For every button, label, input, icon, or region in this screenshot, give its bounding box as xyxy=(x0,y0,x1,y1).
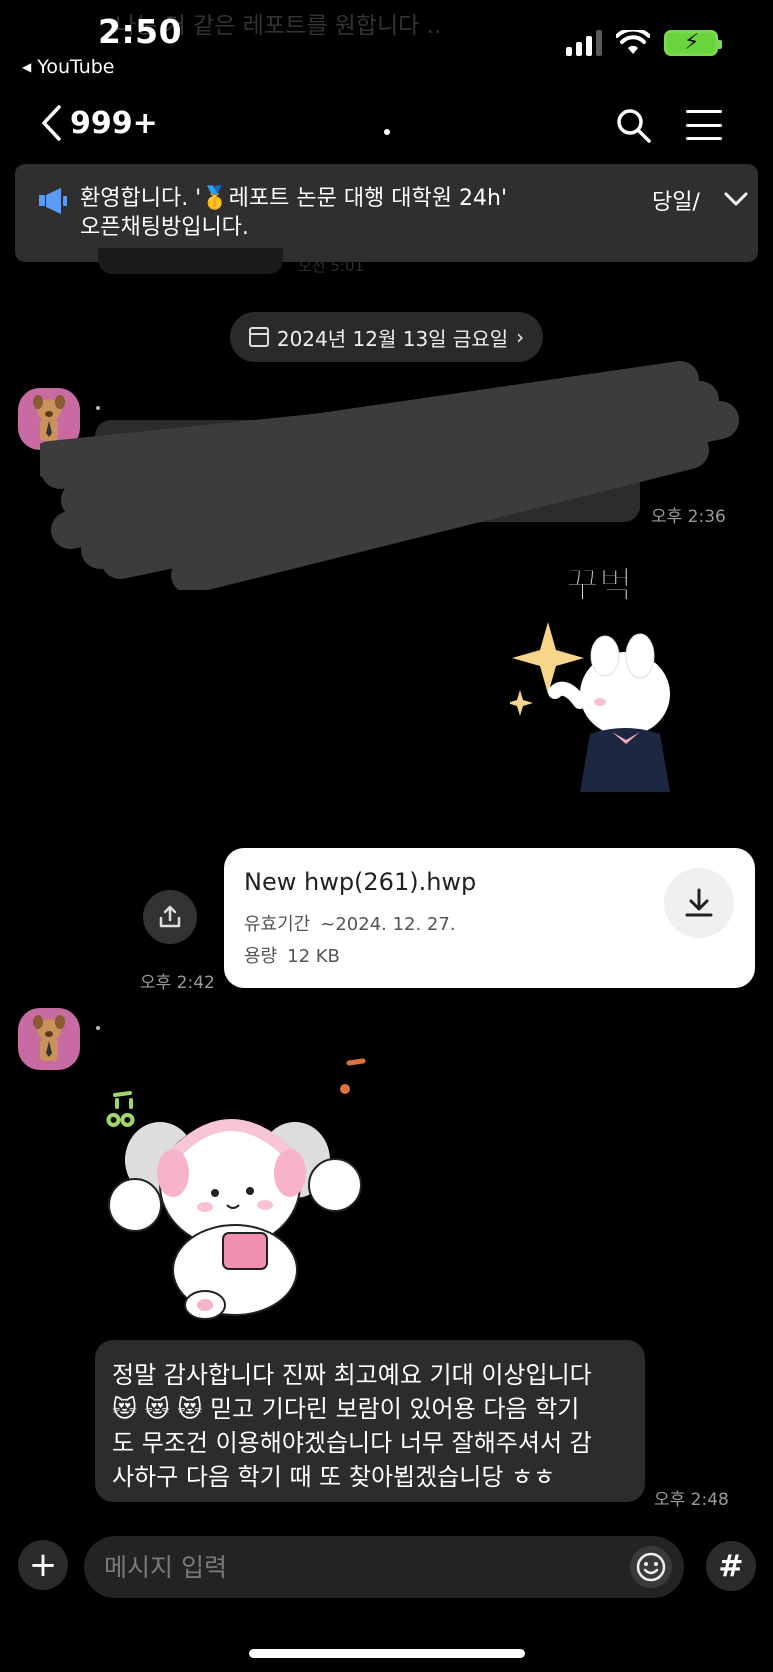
sticker-caption: 꾸벅 xyxy=(565,565,633,607)
wifi-icon xyxy=(616,30,650,54)
home-indicator[interactable] xyxy=(249,1649,525,1658)
message-bubble: 정말 감사합니다 진짜 최고예요 기대 이상입니다 😻 😻 😻 믿고 기다린 보… xyxy=(95,1340,645,1502)
battery-charging-icon: ⚡ xyxy=(664,30,722,56)
unread-count: 999+ xyxy=(70,105,158,141)
expiry-value: ~2024. 12. 27. xyxy=(320,914,456,935)
expiry-label: 유효기간 xyxy=(244,914,311,935)
message-time: 오후 2:48 xyxy=(654,1490,729,1510)
back-app-label: YouTube xyxy=(37,56,115,78)
file-name: New hwp(261).hwp xyxy=(244,868,477,896)
size-label: 용량 xyxy=(244,946,278,967)
bunny-illustration xyxy=(510,622,670,792)
chevron-left-icon xyxy=(42,105,61,141)
chevron-right-icon: › xyxy=(516,325,525,349)
file-attachment-card[interactable]: New hwp(261).hwp 유효기간 ~2024. 12. 27. 용량 12… xyxy=(224,848,755,988)
notice-text: 환영합니다. '🥇레포트 논문 대행 대학원 24h' 오픈채팅방입니다. xyxy=(80,186,507,240)
bowing-bunny-sticker[interactable]: 꾸벅 xyxy=(510,550,730,810)
menu-icon[interactable] xyxy=(686,110,722,140)
emoji-icon[interactable] xyxy=(630,1546,672,1588)
megaphone-icon xyxy=(39,188,67,214)
size-value: 12 KB xyxy=(287,946,340,967)
status-indicators: ⚡ xyxy=(566,30,722,56)
previous-message-edge xyxy=(98,248,283,274)
back-to-app-link[interactable]: ◀ YouTube xyxy=(22,56,115,78)
message-input[interactable] xyxy=(104,1548,584,1586)
chat-title-dot xyxy=(384,129,390,135)
date-divider[interactable]: 2024년 12월 13일 금요일 › xyxy=(230,312,543,362)
bunny-with-headphones-illustration xyxy=(106,1058,366,1320)
share-icon xyxy=(159,905,181,928)
share-button[interactable] xyxy=(143,890,197,944)
file-size: 용량 12 KB xyxy=(244,942,340,968)
chevron-down-icon[interactable] xyxy=(723,190,749,208)
hashtag-button[interactable]: # xyxy=(706,1541,756,1591)
status-time: 2:50 xyxy=(98,12,183,51)
notice-day-label: 당일/ xyxy=(652,190,700,215)
back-button[interactable]: 999+ xyxy=(40,104,158,142)
avatar[interactable] xyxy=(18,1008,80,1070)
previous-message-time: 오전 5:01 xyxy=(298,257,365,275)
cellular-signal-icon xyxy=(566,30,602,56)
download-icon xyxy=(685,888,713,917)
date-label: 2024년 12월 13일 금요일 xyxy=(276,326,509,351)
search-icon[interactable] xyxy=(614,106,652,144)
file-expiry: 유효기간 ~2024. 12. 27. xyxy=(244,910,456,936)
plus-icon: + xyxy=(28,1545,58,1585)
dog-avatar-icon xyxy=(33,1015,65,1061)
back-triangle-icon: ◀ xyxy=(22,60,32,74)
download-button[interactable] xyxy=(664,868,734,938)
message-input-container xyxy=(84,1536,684,1598)
sender-name-dot xyxy=(96,1026,100,1030)
calendar-icon xyxy=(248,327,269,347)
message-time: 오후 2:36 xyxy=(651,507,726,527)
headphone-bunny-sticker[interactable] xyxy=(105,1055,380,1325)
attach-plus-button[interactable]: + xyxy=(18,1540,68,1590)
file-message-time: 오후 2:42 xyxy=(140,973,215,993)
